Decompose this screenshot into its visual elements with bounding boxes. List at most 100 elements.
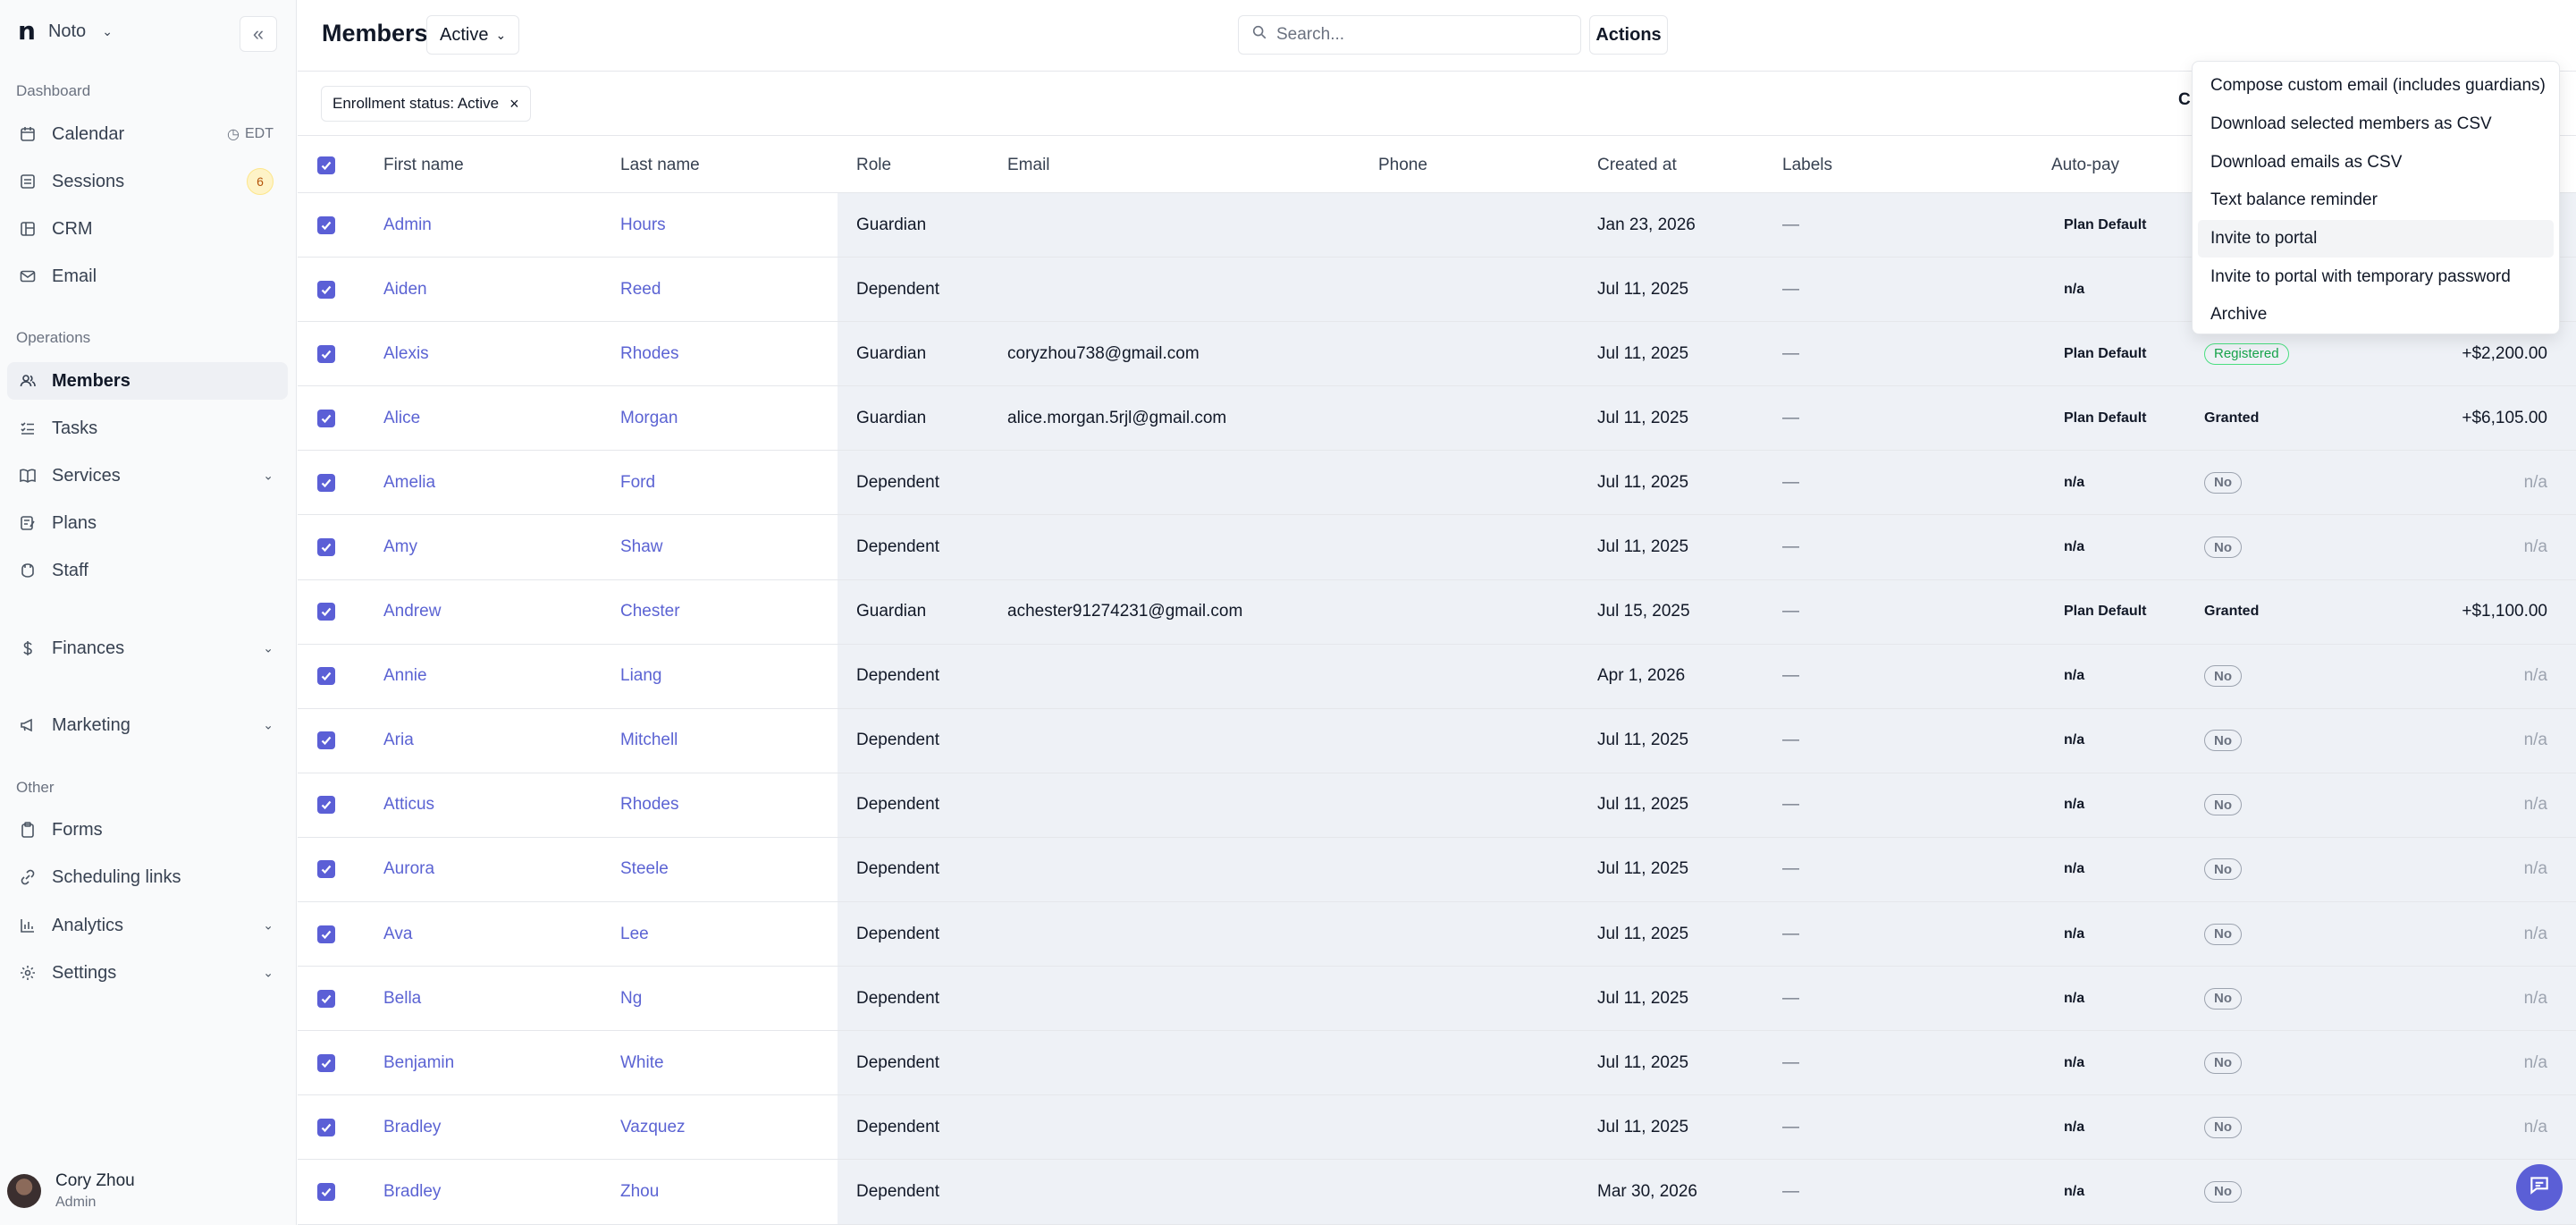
cell-first-name[interactable]: Aurora: [383, 838, 434, 901]
row-checkbox[interactable]: [317, 473, 335, 492]
cell-first-name[interactable]: Bella: [383, 967, 421, 1030]
row-checkbox[interactable]: [317, 409, 335, 427]
cell-last-name[interactable]: Rhodes: [620, 322, 679, 385]
cell-first-name[interactable]: Benjamin: [383, 1031, 454, 1094]
search-input[interactable]: [1276, 25, 1545, 45]
cell-last-name[interactable]: Liang: [620, 645, 662, 708]
table-row[interactable]: Alice Morgan Guardian alice.morgan.5rjl@gma…: [298, 386, 2576, 452]
row-checkbox[interactable]: [317, 1053, 335, 1072]
table-row[interactable]: Bella Ng Dependent Jul 11, 2025 — n/a No n/a: [298, 967, 2576, 1032]
cell-first-name[interactable]: Amelia: [383, 451, 435, 514]
cell-last-name[interactable]: Lee: [620, 902, 649, 966]
sidebar-item-calendar[interactable]: Calendar ◷ EDT: [7, 115, 288, 153]
row-checkbox[interactable]: [317, 731, 335, 750]
cell-first-name[interactable]: Ava: [383, 902, 412, 966]
cell-last-name[interactable]: Reed: [620, 258, 661, 321]
menu-item-invite-to-portal[interactable]: Invite to portal: [2198, 219, 2554, 258]
sidebar-item-tasks[interactable]: Tasks: [7, 410, 288, 447]
table-row[interactable]: Andrew Chester Guardian achester91274231@gm…: [298, 579, 2576, 645]
cell-first-name[interactable]: Bradley: [383, 1095, 441, 1159]
table-row[interactable]: Bradley Vazquez Dependent Jul 11, 2025 — n/a N…: [298, 1095, 2576, 1161]
sidebar-item-sessions[interactable]: Sessions 6: [7, 163, 288, 200]
cell-last-name[interactable]: Zhou: [620, 1160, 659, 1223]
table-row[interactable]: Benjamin White Dependent Jul 11, 2025 — n/a No…: [298, 1031, 2576, 1096]
column-header-role[interactable]: Role: [856, 137, 891, 193]
cell-last-name[interactable]: Ng: [620, 967, 642, 1030]
cell-first-name[interactable]: Aiden: [383, 258, 427, 321]
row-checkbox[interactable]: [317, 796, 335, 815]
cell-first-name[interactable]: Annie: [383, 645, 427, 708]
user-menu[interactable]: Cory Zhou Admin: [7, 1171, 135, 1211]
table-row[interactable]: Amelia Ford Dependent Jul 11, 2025 — n/a No n/a: [298, 451, 2576, 516]
menu-item-archive[interactable]: Archive: [2198, 296, 2554, 334]
row-checkbox[interactable]: [317, 860, 335, 879]
cell-last-name[interactable]: Hours: [620, 193, 666, 257]
sidebar-item-members[interactable]: Members: [7, 362, 288, 400]
table-row[interactable]: Atticus Rhodes Dependent Jul 11, 2025 — n/a No…: [298, 773, 2576, 838]
column-header-first-name[interactable]: First name: [383, 137, 464, 193]
status-filter-select[interactable]: Active ⌄: [426, 15, 520, 55]
column-header-auto-pay[interactable]: Auto-pay: [2051, 137, 2119, 193]
cell-last-name[interactable]: Rhodes: [620, 773, 679, 837]
cell-first-name[interactable]: Atticus: [383, 773, 434, 837]
cell-first-name[interactable]: Bradley: [383, 1160, 441, 1223]
cell-last-name[interactable]: Shaw: [620, 515, 663, 579]
menu-item-compose-email[interactable]: Compose custom email (includes guardians…: [2198, 67, 2554, 106]
sidebar-item-email[interactable]: Email: [7, 258, 288, 295]
cell-first-name[interactable]: Alice: [383, 386, 420, 450]
column-header-last-name[interactable]: Last name: [620, 137, 700, 193]
cell-last-name[interactable]: Chester: [620, 580, 680, 644]
row-checkbox[interactable]: [317, 925, 335, 943]
table-row[interactable]: Annie Liang Dependent Apr 1, 2026 — n/a No n/a: [298, 644, 2576, 709]
column-header-created-at[interactable]: Created at: [1597, 137, 1677, 193]
sidebar-item-crm[interactable]: CRM: [7, 210, 288, 248]
cell-first-name[interactable]: Admin: [383, 193, 432, 257]
cell-first-name[interactable]: Aria: [383, 709, 414, 773]
cell-last-name[interactable]: Vazquez: [620, 1095, 686, 1159]
menu-item-download-members-csv[interactable]: Download selected members as CSV: [2198, 106, 2554, 144]
row-checkbox[interactable]: [317, 538, 335, 557]
row-checkbox[interactable]: [317, 667, 335, 686]
sidebar-item-plans[interactable]: Plans: [7, 504, 288, 542]
table-row[interactable]: Amy Shaw Dependent Jul 11, 2025 — n/a No n/a: [298, 515, 2576, 580]
cell-first-name[interactable]: Andrew: [383, 580, 441, 644]
row-checkbox[interactable]: [317, 1118, 335, 1136]
sidebar-item-services[interactable]: Services ⌄: [7, 457, 288, 494]
table-row[interactable]: Aurora Steele Dependent Jul 11, 2025 — n/a No n…: [298, 837, 2576, 903]
sidebar-item-finances[interactable]: Finances ⌄: [7, 629, 288, 667]
sidebar-item-settings[interactable]: Settings ⌄: [7, 954, 288, 992]
column-header-phone[interactable]: Phone: [1378, 137, 1427, 193]
menu-item-download-emails-csv[interactable]: Download emails as CSV: [2198, 143, 2554, 182]
cell-last-name[interactable]: Morgan: [620, 386, 678, 450]
row-checkbox[interactable]: [317, 215, 335, 234]
sidebar-item-forms[interactable]: Forms: [7, 811, 288, 849]
row-checkbox[interactable]: [317, 603, 335, 621]
table-row[interactable]: Ava Lee Dependent Jul 11, 2025 — n/a No n/a: [298, 902, 2576, 967]
cell-last-name[interactable]: White: [620, 1031, 664, 1094]
menu-item-text-balance-reminder[interactable]: Text balance reminder: [2198, 182, 2554, 220]
cell-last-name[interactable]: Ford: [620, 451, 655, 514]
close-icon[interactable]: ×: [509, 95, 519, 114]
menu-item-invite-temp-password[interactable]: Invite to portal with temporary password: [2198, 258, 2554, 296]
column-header-email[interactable]: Email: [1007, 137, 1050, 193]
row-checkbox[interactable]: [317, 280, 335, 299]
select-all-checkbox[interactable]: [317, 156, 335, 174]
collapse-sidebar-button[interactable]: «: [240, 16, 277, 52]
table-row[interactable]: BradleyZhouDependentMar 30, 2026—n/aNon/…: [298, 1160, 2576, 1225]
sidebar-item-marketing[interactable]: Marketing ⌄: [7, 706, 288, 744]
workspace-switcher[interactable]: n Noto ⌄: [18, 18, 113, 45]
row-checkbox[interactable]: [317, 1182, 335, 1201]
column-header-labels[interactable]: Labels: [1782, 137, 1832, 193]
sidebar-item-analytics[interactable]: Analytics ⌄: [7, 907, 288, 944]
actions-button[interactable]: Actions: [1589, 15, 1668, 55]
cell-first-name[interactable]: Alexis: [383, 322, 429, 385]
sidebar-item-staff[interactable]: Staff: [7, 552, 288, 589]
cell-last-name[interactable]: Steele: [620, 838, 669, 901]
row-checkbox[interactable]: [317, 344, 335, 363]
sidebar-item-scheduling-links[interactable]: Scheduling links: [7, 858, 288, 896]
table-row[interactable]: Aria Mitchell Dependent Jul 11, 2025 — n/a No n…: [298, 708, 2576, 773]
chat-support-button[interactable]: [2516, 1164, 2563, 1211]
row-checkbox[interactable]: [317, 989, 335, 1008]
cell-first-name[interactable]: Amy: [383, 515, 417, 579]
cell-last-name[interactable]: Mitchell: [620, 709, 678, 773]
